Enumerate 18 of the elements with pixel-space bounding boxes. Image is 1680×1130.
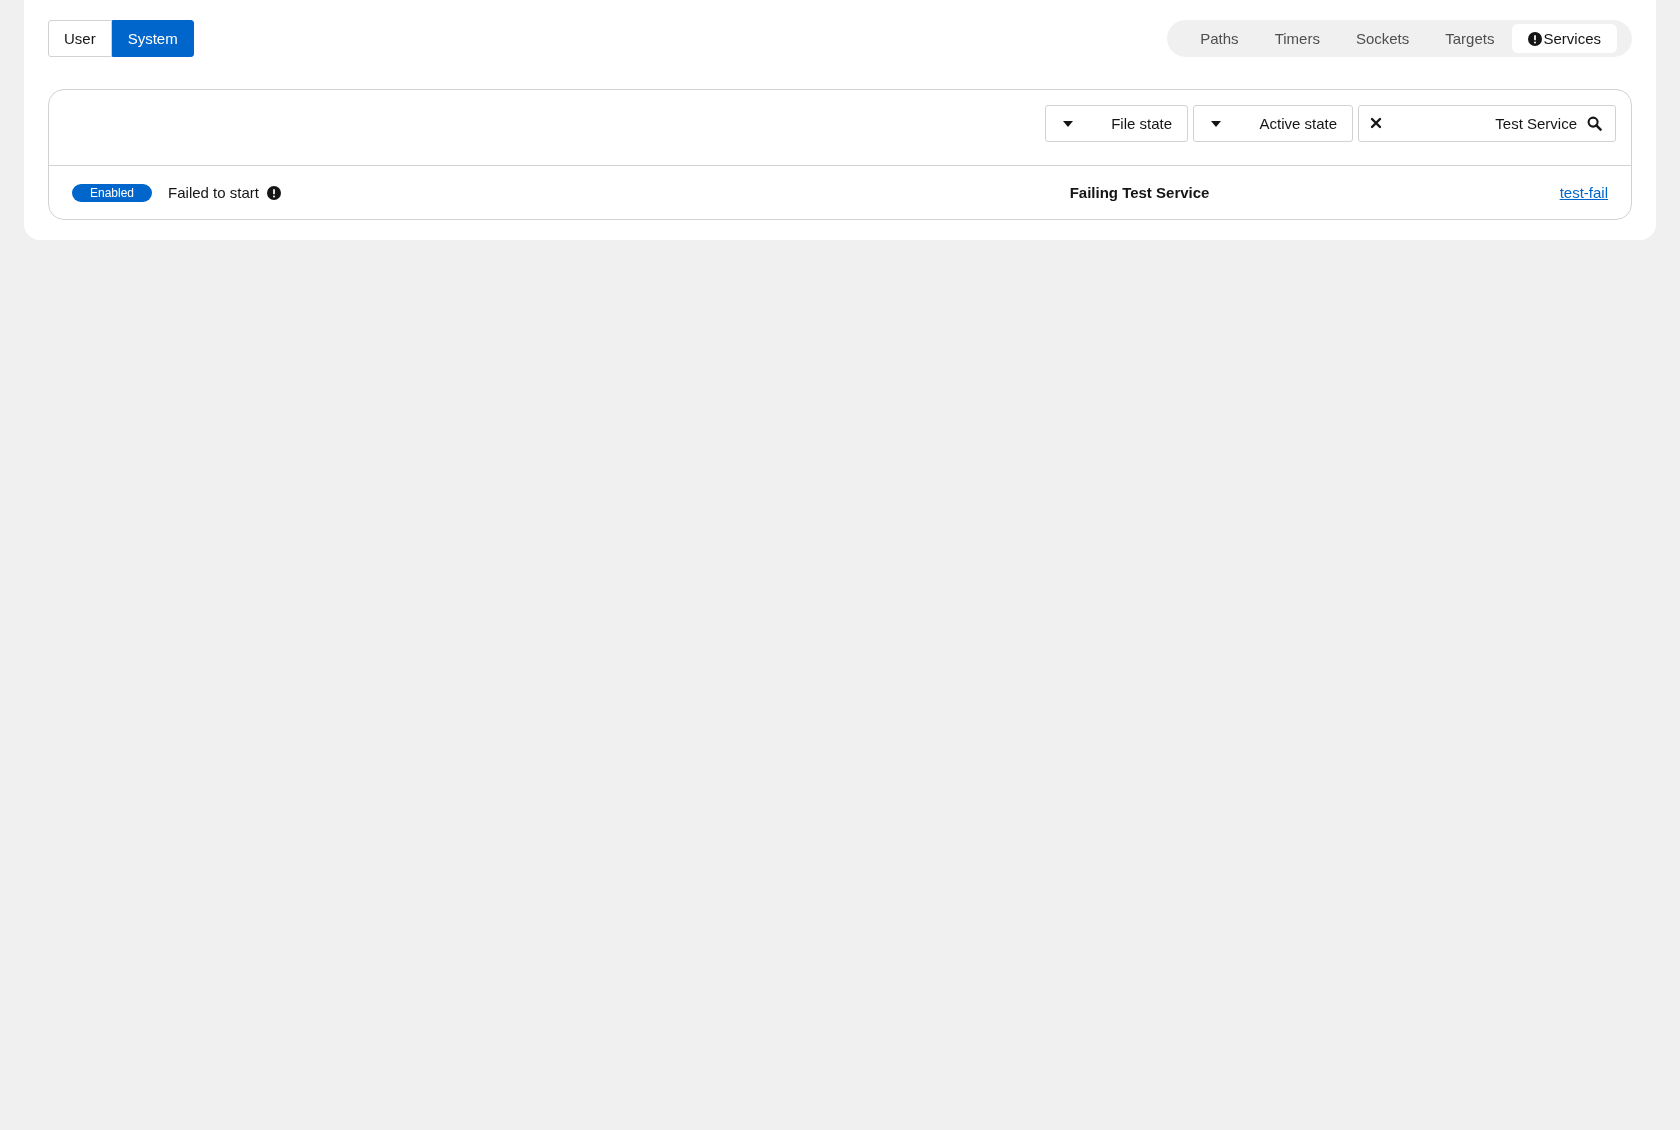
unit-type-tab[interactable]: Paths bbox=[1182, 24, 1257, 53]
filter-dropdown[interactable]: Active state bbox=[1193, 105, 1353, 142]
unit-status-text: Failed to start bbox=[168, 184, 259, 201]
search-field[interactable]: Test Service bbox=[1358, 105, 1616, 142]
unit-type-tab[interactable]: Targets bbox=[1427, 24, 1513, 53]
unit-type-tab[interactable]: Timers bbox=[1256, 24, 1338, 53]
status-badge: Enabled bbox=[72, 183, 153, 202]
caret-down-icon bbox=[1211, 120, 1221, 127]
search-icon bbox=[1587, 116, 1602, 131]
scope-toggle-button[interactable]: User bbox=[48, 20, 112, 57]
unit-name-link[interactable]: test-fail bbox=[1559, 184, 1608, 201]
unit-description: Failing Test Service bbox=[1069, 184, 1211, 201]
caret-down-icon bbox=[1063, 120, 1073, 127]
unit-type-tab[interactable]: Services bbox=[1512, 24, 1617, 53]
filter-dropdown[interactable]: File state bbox=[1045, 105, 1188, 142]
close-icon[interactable] bbox=[1370, 117, 1382, 129]
scope-toggle-button[interactable]: System bbox=[111, 20, 194, 57]
unit-type-tab[interactable]: Sockets bbox=[1337, 24, 1428, 53]
